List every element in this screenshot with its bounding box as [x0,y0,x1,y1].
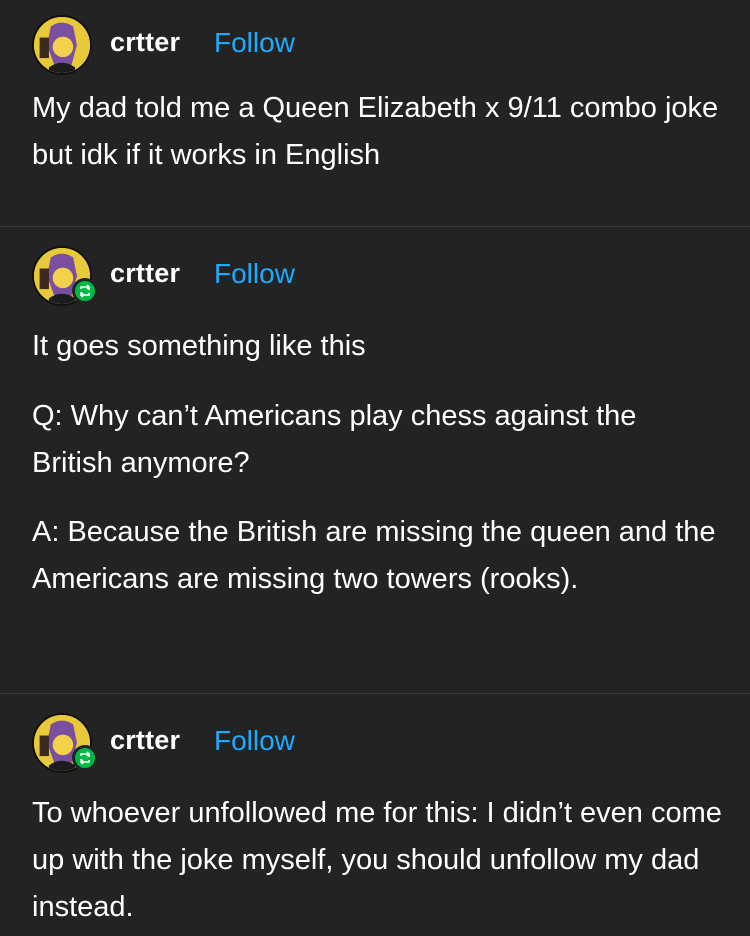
post-header: crtter Follow [32,15,632,75]
username[interactable]: crtter [110,725,180,756]
reblog-icon [72,278,98,304]
follow-button[interactable]: Follow [214,725,295,757]
post-text: To whoever unfollowed me for this: I did… [32,797,722,923]
post-header: crtter Follow [32,713,632,773]
post-text: A: Because the British are missing the q… [32,516,716,595]
follow-button[interactable]: Follow [214,258,295,290]
username[interactable]: crtter [110,27,180,58]
username[interactable]: crtter [110,258,180,289]
post-text: It goes something like this [32,330,366,362]
post-text: Q: Why can’t Americans play chess agains… [32,400,637,479]
divider [0,693,750,694]
follow-button[interactable]: Follow [214,27,295,59]
divider [0,226,750,227]
avatar-icon[interactable] [32,15,92,75]
post-header: crtter Follow [32,246,632,306]
reblog-icon [72,745,98,771]
post-text: My dad told me a Queen Elizabeth x 9/11 … [32,92,719,171]
